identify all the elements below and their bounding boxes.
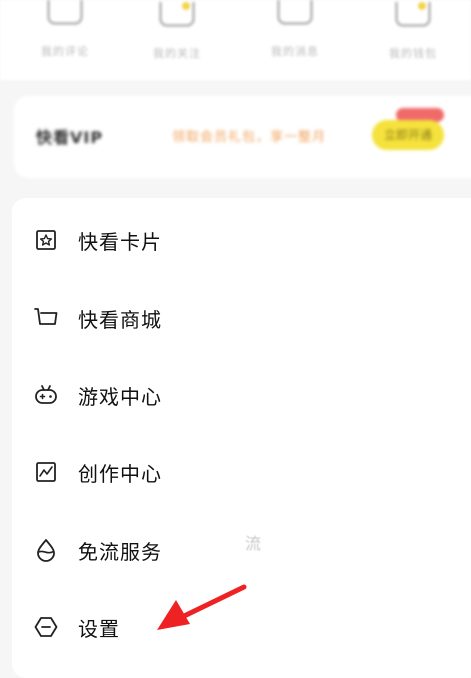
shortcut-label: 我的关注: [153, 47, 201, 60]
vip-open-button[interactable]: 立即开通: [372, 120, 444, 150]
vip-banner[interactable]: 快看VIP 领取会员礼包，享一整月 立即开通: [14, 96, 471, 178]
follow-icon: [159, 2, 195, 27]
gamepad-icon: [34, 383, 58, 407]
menu-item-creator[interactable]: 创作中心: [12, 442, 471, 502]
shortcut-label: 我的消息: [271, 45, 319, 58]
shopping-cart-icon: [34, 306, 58, 330]
card-icon: [34, 228, 58, 252]
menu-label: 设置: [78, 616, 120, 641]
vip-promo: 领取会员礼包，享一整月: [172, 130, 327, 145]
water-drop-icon: [34, 538, 58, 562]
shortcut-messages[interactable]: 我的消息: [250, 0, 340, 59]
wallet-icon: [395, 2, 431, 27]
shortcut-row: 我的评论 我的关注 我的消息 我的钱包: [0, 0, 471, 80]
menu-item-free-data[interactable]: 免流服务: [12, 520, 471, 580]
menu-item-settings[interactable]: 设置: [12, 597, 471, 657]
menu-label: 免流服务: [78, 539, 162, 564]
chart-icon: [34, 460, 58, 484]
menu-label: 快看商城: [78, 307, 162, 332]
vip-title: 快看VIP: [36, 128, 104, 147]
shortcut-comments[interactable]: 我的评论: [20, 0, 110, 59]
comment-icon: [47, 0, 83, 25]
menu-label: 创作中心: [78, 461, 162, 486]
shortcut-label: 我的钱包: [389, 47, 437, 60]
menu-item-games[interactable]: 游戏中心: [12, 365, 471, 425]
settings-icon: [34, 615, 58, 639]
menu-item-mall[interactable]: 快看商城: [12, 288, 471, 348]
menu-label: 快看卡片: [78, 229, 162, 254]
menu-label: 游戏中心: [78, 384, 162, 409]
shortcut-wallet[interactable]: 我的钱包: [368, 0, 458, 61]
background-text-fragment: 流: [245, 534, 262, 553]
menu-item-card[interactable]: 快看卡片: [12, 210, 471, 270]
message-icon: [277, 0, 313, 25]
shortcut-follow[interactable]: 我的关注: [132, 0, 222, 61]
shortcut-label: 我的评论: [41, 45, 89, 58]
menu-panel: 快看卡片 快看商城 游戏中心 创作中心 免流服务 设置: [12, 198, 471, 678]
